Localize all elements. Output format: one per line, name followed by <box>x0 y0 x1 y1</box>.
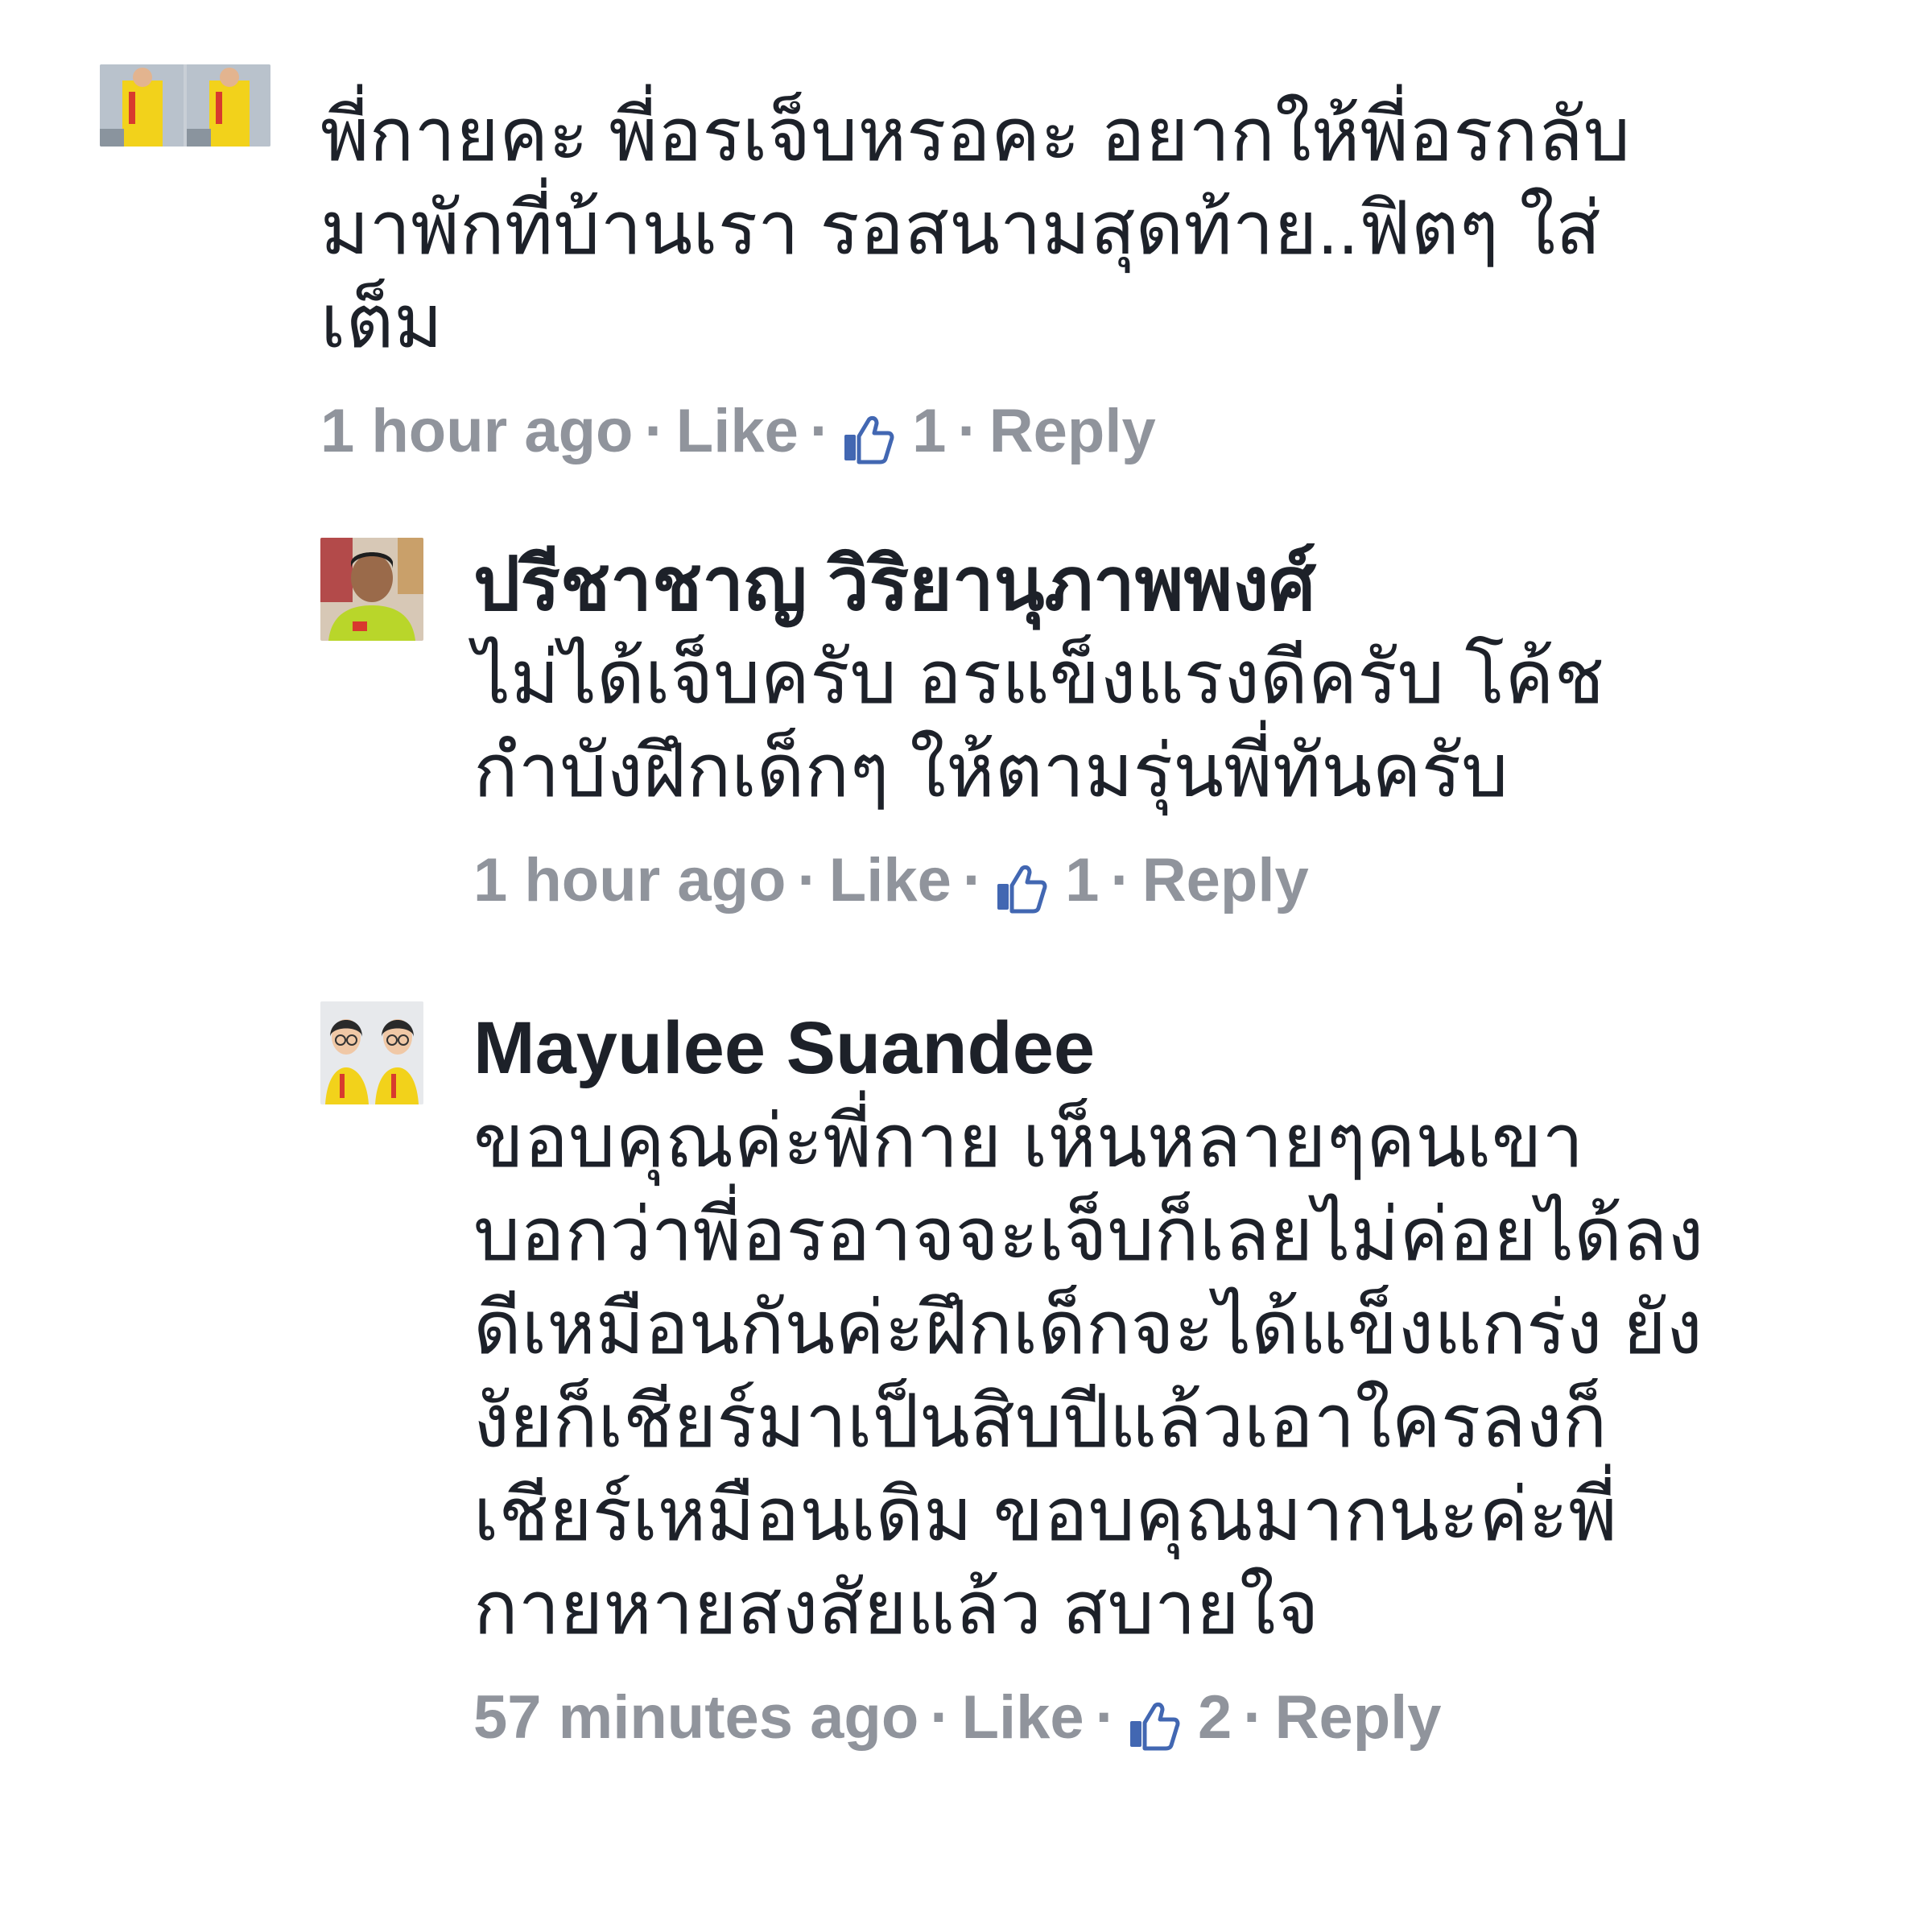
comment-reply: ปรีชาชาญ วิริยานุภาพพงศ์ ไม่ได้เจ็บครับ … <box>320 538 1604 921</box>
comment-text-line: งัยก็เชียร์มาเป็นสิบปีแล้วเอาใครลงก็ <box>473 1381 1608 1463</box>
comment-text-line: ไม่ได้เจ็บครับ อรแข็งแรงดีครับ โค้ช <box>473 637 1605 719</box>
like-link[interactable]: Like <box>962 1678 1084 1758</box>
comment-text-line: กำบังฝึกเด็กๆ ให้ตามรุ่นพี่ทันครับ <box>473 730 1509 812</box>
comment-text-line: เต็ม <box>320 281 443 363</box>
avatar[interactable] <box>100 64 270 147</box>
thumbs-up-icon[interactable] <box>1127 1691 1180 1751</box>
reply-link[interactable]: Reply <box>1275 1678 1442 1758</box>
avatar[interactable] <box>320 1001 423 1104</box>
comment-meta: 1 hour ago · Like · 1 · Reply <box>320 391 1630 472</box>
comment-text-line: ขอบคุณค่ะพี่กาย เห็นหลายๆคนเขา <box>473 1100 1584 1183</box>
comment-meta: 1 hour ago · Like · 1 · Reply <box>473 840 1604 921</box>
separator-dot: · <box>1243 1683 1264 1752</box>
separator-dot: · <box>809 397 831 465</box>
comment-text-line: เชียร์เหมือนเดิม ขอบคุณมากนะค่ะพี่ <box>473 1474 1617 1556</box>
thumbs-up-icon[interactable] <box>841 405 894 464</box>
separator-dot: · <box>1095 1683 1116 1752</box>
separator-dot: · <box>930 1683 951 1752</box>
timestamp[interactable]: 1 hour ago <box>320 391 633 472</box>
comment-text-line: มาพักที่บ้านเรา รอสนามสุดท้าย..ฟิตๆ ใส่ <box>320 188 1601 270</box>
comment-text-line: พี่กายคะ พี่อรเจ็บหรอคะ อยากให้พี่อรกลับ <box>320 94 1631 176</box>
separator-dot: · <box>797 846 818 914</box>
reply-link[interactable]: Reply <box>1142 840 1309 921</box>
timestamp[interactable]: 57 minutes ago <box>473 1678 919 1758</box>
separator-dot: · <box>957 397 978 465</box>
timestamp[interactable]: 1 hour ago <box>473 840 786 921</box>
like-count[interactable]: 1 <box>912 391 946 472</box>
like-link[interactable]: Like <box>676 391 799 472</box>
comment-meta: 57 minutes ago · Like · 2 · Reply <box>473 1678 1703 1758</box>
comment-reply: Mayulee Suandee ขอบคุณค่ะพี่กาย เห็นหลาย… <box>320 1001 1703 1758</box>
comment-text-line: บอกว่าพี่อรอาจจะเจ็บก็เลยไม่ค่อยได้ลง <box>473 1194 1704 1276</box>
thumbs-up-icon[interactable] <box>994 854 1047 914</box>
comment: พี่กายคะ พี่อรเจ็บหรอคะ อยากให้พี่อรกลับ… <box>100 64 1630 472</box>
comment-text-line: กายหายสงสัยแล้ว สบายใจ <box>473 1567 1319 1649</box>
comment-text-line: ดีเหมือนกันค่ะฝึกเด็กจะได้แข็งแกร่ง ยัง <box>473 1287 1703 1369</box>
reply-link[interactable]: Reply <box>989 391 1156 472</box>
separator-dot: · <box>962 846 984 914</box>
separator-dot: · <box>1110 846 1131 914</box>
separator-dot: · <box>644 397 665 465</box>
like-count[interactable]: 2 <box>1198 1678 1232 1758</box>
avatar[interactable] <box>320 538 423 641</box>
like-link[interactable]: Like <box>829 840 952 921</box>
like-count[interactable]: 1 <box>1065 840 1099 921</box>
author-name[interactable]: ปรีชาชาญ วิริยานุภาพพงศ์ <box>473 538 1604 631</box>
author-name[interactable]: Mayulee Suandee <box>473 1001 1703 1095</box>
